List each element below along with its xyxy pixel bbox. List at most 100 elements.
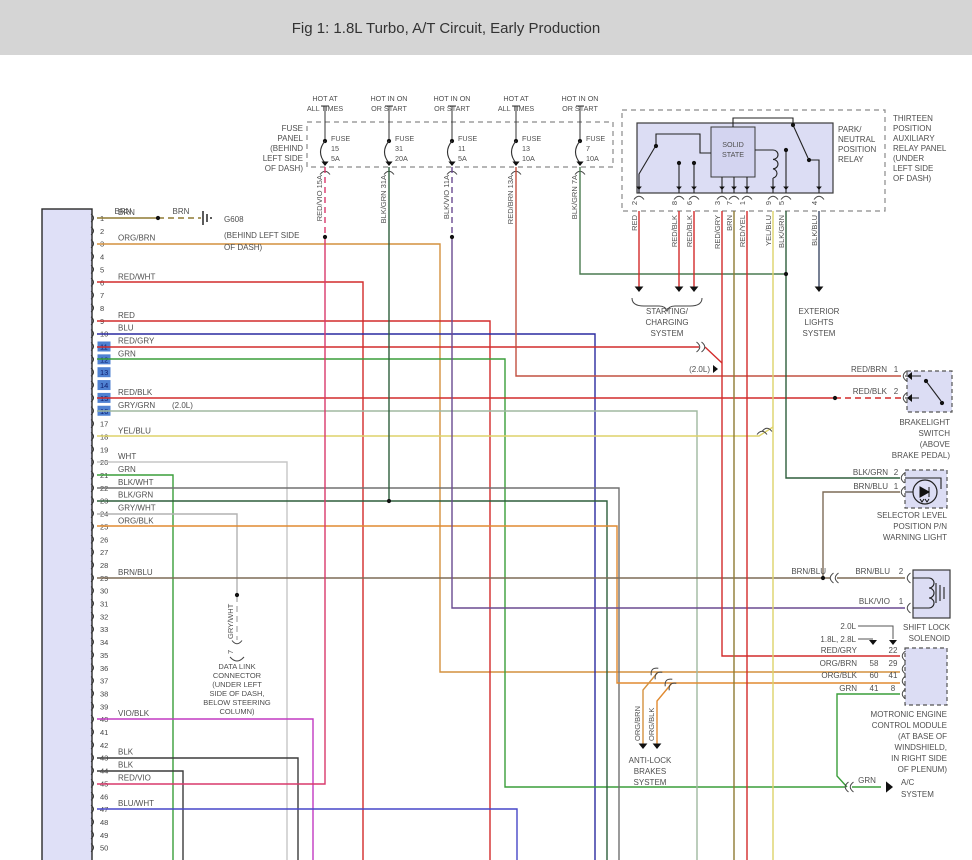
ecm-pin-number: 8 — [891, 684, 896, 693]
fuse-word: FUSE — [522, 134, 541, 143]
fuse-wire-label: BLK/GRN 31A — [379, 175, 388, 223]
pin-wire-label: RED — [118, 311, 135, 320]
svg-text:ANTI-LOCK: ANTI-LOCK — [629, 756, 672, 765]
fuse-number: 7 — [586, 144, 590, 153]
hot-label: HOT IN ON — [370, 94, 407, 103]
pin-wire-label: RED/GRY — [118, 337, 155, 346]
svg-text:SELECTOR LEVEL: SELECTOR LEVEL — [877, 511, 948, 520]
ecm-wire-label: ORG/BLK — [821, 671, 857, 680]
pin-number: 46 — [100, 792, 108, 801]
fuse-wire-label: BLK/GRN 7A — [570, 175, 579, 219]
relay-pin-wire-label: RED/YEL — [738, 215, 747, 247]
pin-number: 18 — [100, 432, 108, 441]
svg-text:SOLENOID: SOLENOID — [909, 634, 951, 643]
pin-wire-label: RED/WHT — [118, 272, 155, 281]
relay-pin-number: 9 — [764, 201, 773, 205]
pin-number: 33 — [100, 625, 108, 634]
pin-number: 8 — [100, 304, 104, 313]
fuse-amp: 10A — [586, 154, 599, 163]
svg-text:STARTING/: STARTING/ — [646, 307, 689, 316]
pin-number: 26 — [100, 535, 108, 544]
fuse-word: FUSE — [395, 134, 414, 143]
relay-pin-number: 4 — [810, 201, 819, 205]
relay-panel-label: THIRTEEN — [893, 114, 933, 123]
relay-pin-wire-label: BLK/BLU — [810, 215, 819, 246]
svg-text:EXTERIOR: EXTERIOR — [799, 307, 840, 316]
svg-text:RED/BLK: RED/BLK — [853, 387, 888, 396]
fuse-amp: 10A — [522, 154, 535, 163]
fuse-number: 11 — [458, 144, 465, 153]
relay-pin-wire-label: BLK/GRN — [777, 215, 786, 248]
pin-wire-label: GRN — [118, 349, 136, 358]
fuse-panel-label: PANEL — [277, 134, 303, 143]
ecm-pin-number: 41 — [870, 684, 879, 693]
pin1-wire-label: BRN — [115, 207, 132, 216]
pin-wire-label: YEL/BLU — [118, 426, 151, 435]
svg-text:1: 1 — [899, 597, 904, 606]
ground-name: G608 — [224, 215, 244, 224]
svg-text:SYSTEM: SYSTEM — [803, 329, 836, 338]
relay-panel-label: LEFT SIDE — [893, 164, 933, 173]
svg-text:SWITCH: SWITCH — [918, 429, 950, 438]
svg-text:SYSTEM: SYSTEM — [651, 329, 684, 338]
pin-number: 34 — [100, 638, 108, 647]
relay-panel-label: (UNDER — [893, 154, 924, 163]
svg-text:OF DASH): OF DASH) — [224, 243, 263, 252]
ecm-pin-number: 58 — [870, 659, 879, 668]
relay-panel-label: OF DASH) — [893, 174, 932, 183]
fuse-word: FUSE — [331, 134, 350, 143]
two-liter-note: (2.0L) — [689, 365, 710, 374]
relay-pin-wire-label: RED/GRY — [713, 215, 722, 249]
fuse-number: 13 — [522, 144, 530, 153]
pin-wire-label: BLU/WHT — [118, 799, 154, 808]
fuse-panel-label: OF DASH) — [265, 164, 304, 173]
pin-wire-label: GRY/WHT — [118, 504, 156, 513]
pin-wire-label: GRY/GRN — [118, 401, 155, 410]
ecm-label: OF PLENUM) — [898, 765, 948, 774]
svg-text:BRN/BLU: BRN/BLU — [853, 482, 888, 491]
hot-label: HOT AT — [312, 94, 338, 103]
relay-pin-wire-label: RED/BLK — [685, 215, 694, 247]
solid-state-label: STATE — [722, 150, 744, 159]
pin-wire-label: ORG/BRN — [118, 234, 156, 243]
relay-pin-wire-label: YEL/BLU — [764, 215, 773, 246]
relay-panel-label: POSITION — [893, 124, 931, 133]
fuse-panel-label: (BEHIND — [270, 144, 303, 153]
ecm-wire-label: ORG/BRN — [820, 659, 858, 668]
relay-panel-label: AUXILIARY — [893, 134, 935, 143]
svg-text:GRN: GRN — [858, 776, 876, 785]
brakelight-switch-box — [906, 370, 953, 413]
fuse-word: FUSE — [586, 134, 605, 143]
svg-text:RED/BRN: RED/BRN — [851, 365, 887, 374]
connector-body — [41, 208, 93, 860]
svg-text:BRAKE PEDAL): BRAKE PEDAL) — [892, 451, 951, 460]
relay-label: PARK/ — [838, 125, 862, 134]
fuse-wire-label: RED/VIO 15A — [315, 175, 324, 221]
relay-pin-number: 8 — [670, 201, 679, 205]
pin-wire-label: VIO/BLK — [118, 709, 150, 718]
ecm-wire-label: GRN — [839, 684, 857, 693]
svg-text:2: 2 — [894, 468, 899, 477]
pin-number: 42 — [100, 741, 108, 750]
svg-text:COLUMN): COLUMN) — [220, 707, 256, 716]
ecm-label: WINDSHIELD, — [895, 743, 947, 752]
pin-number: 19 — [100, 445, 108, 454]
ecm-label: (AT BASE OF — [898, 732, 947, 741]
ecm-wire-label: RED/GRY — [821, 646, 858, 655]
svg-text:(BEHIND LEFT SIDE: (BEHIND LEFT SIDE — [224, 231, 299, 240]
fuse-amp: 5A — [458, 154, 467, 163]
pin-wire-label: BLK/GRN — [118, 491, 153, 500]
variant-note: 1.8L, 2.8L — [820, 635, 856, 644]
relay-panel-label: RELAY PANEL — [893, 144, 947, 153]
pin-number: 2 — [100, 227, 104, 236]
svg-text:POSITION P/N: POSITION P/N — [893, 522, 947, 531]
svg-text:BRAKELIGHT: BRAKELIGHT — [899, 418, 950, 427]
svg-text:SIDE OF DASH,: SIDE OF DASH, — [209, 689, 264, 698]
svg-text:WARNING LIGHT: WARNING LIGHT — [883, 533, 947, 542]
svg-text:BLK/GRN: BLK/GRN — [853, 468, 888, 477]
pin-wire-label: GRN — [118, 465, 136, 474]
pin-number: 38 — [100, 689, 108, 698]
svg-text:BELOW STEERING: BELOW STEERING — [203, 698, 271, 707]
relay-label: POSITION — [838, 145, 876, 154]
relay-label: RELAY — [838, 155, 864, 164]
